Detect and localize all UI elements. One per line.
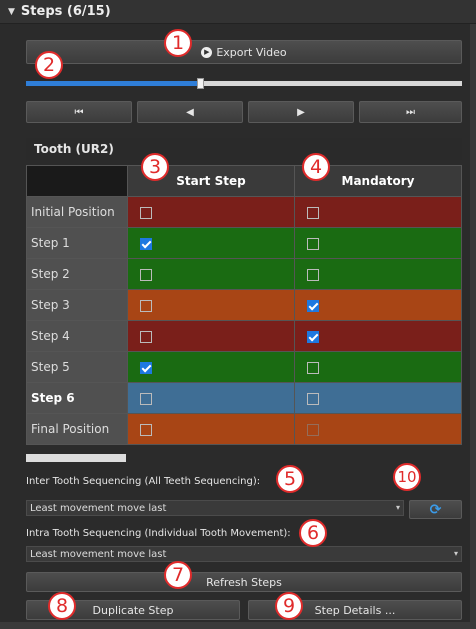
start-step-checkbox[interactable]: [140, 361, 152, 374]
chevron-down-icon: ▾: [395, 503, 400, 512]
callout-1: 1: [164, 29, 192, 57]
steps-panel: ▼ Steps (6/15) ▶ Export Video ⏮ ◀ ▶ ⏭ To…: [0, 0, 476, 629]
chevron-down-icon: ▾: [453, 549, 458, 558]
export-video-label: Export Video: [216, 45, 287, 59]
callout-9: 9: [275, 592, 303, 620]
mandatory-cell: [294, 289, 462, 321]
start-cell: [127, 289, 295, 321]
next-icon: ▶: [297, 106, 305, 118]
callout-7: 7: [164, 561, 192, 589]
intra-tooth-label: Intra Tooth Sequencing (Individual Tooth…: [26, 528, 291, 539]
mandatory-checkbox[interactable]: [307, 330, 319, 343]
mandatory-checkbox[interactable]: [307, 237, 319, 250]
start-cell: [127, 196, 295, 228]
start-cell: [127, 413, 295, 445]
callout-10: 10: [393, 463, 421, 491]
start-step-checkbox[interactable]: [140, 330, 152, 343]
refresh-steps-button[interactable]: Refresh Steps: [26, 572, 462, 592]
steps-title: Steps (6/15): [20, 4, 111, 19]
table-header-row: Start Step Mandatory: [26, 165, 462, 197]
duplicate-step-label: Duplicate Step: [92, 603, 174, 617]
start-step-checkbox[interactable]: [140, 237, 152, 250]
callout-8: 8: [48, 592, 76, 620]
row-label: Step 6: [26, 382, 128, 414]
play-icon: ▶: [201, 46, 213, 58]
table-row: Final Position: [26, 413, 462, 445]
row-label: Step 1: [26, 227, 128, 259]
steps-table: Start Step Mandatory Initial Position Ste…: [26, 165, 462, 445]
bottom-bar: [0, 622, 476, 629]
steps-header[interactable]: ▼ Steps (6/15): [0, 0, 476, 24]
table-horizontal-scrollbar[interactable]: [26, 454, 126, 462]
table-row: Step 2: [26, 258, 462, 290]
mandatory-checkbox[interactable]: [307, 392, 319, 405]
start-cell: [127, 382, 295, 414]
mandatory-cell: [294, 258, 462, 290]
start-step-checkbox[interactable]: [140, 206, 152, 219]
step-slider[interactable]: [26, 78, 462, 89]
slider-handle[interactable]: [197, 78, 204, 89]
table-row: Step 5: [26, 351, 462, 383]
start-cell: [127, 227, 295, 259]
table-row: Step 6: [26, 382, 462, 414]
table-body: Initial Position Step 1 Step 2 Step 3 Step 4…: [26, 196, 462, 445]
tooth-section-title: Tooth (UR2): [26, 138, 462, 160]
callout-6: 6: [299, 519, 327, 547]
step-details-label: Step Details ...: [314, 603, 396, 617]
mandatory-cell: [294, 351, 462, 383]
row-label: Step 3: [26, 289, 128, 321]
inter-tooth-value: Least movement move last: [30, 502, 167, 514]
refresh-steps-label: Refresh Steps: [206, 575, 282, 589]
intra-tooth-select[interactable]: Least movement move last ▾: [26, 546, 462, 562]
inter-tooth-select[interactable]: Least movement move last ▾: [26, 500, 404, 516]
row-label: Initial Position: [26, 196, 128, 228]
start-cell: [127, 320, 295, 352]
mandatory-cell: [294, 382, 462, 414]
table-row: Initial Position: [26, 196, 462, 228]
start-step-checkbox[interactable]: [140, 268, 152, 281]
start-step-checkbox[interactable]: [140, 299, 152, 312]
mandatory-checkbox: [307, 423, 319, 436]
next-step-button[interactable]: ▶: [248, 101, 354, 123]
start-step-checkbox[interactable]: [140, 423, 152, 436]
scrollbar[interactable]: [470, 24, 476, 624]
mandatory-cell: [294, 320, 462, 352]
row-label: Final Position: [26, 413, 128, 445]
mandatory-checkbox[interactable]: [307, 361, 319, 374]
table-row: Step 4: [26, 320, 462, 352]
callout-5: 5: [276, 465, 304, 493]
mandatory-cell: [294, 227, 462, 259]
row-label: Step 5: [26, 351, 128, 383]
collapse-icon[interactable]: ▼: [8, 7, 15, 17]
start-step-checkbox[interactable]: [140, 392, 152, 405]
row-label: Step 2: [26, 258, 128, 290]
table-row: Step 3: [26, 289, 462, 321]
previous-icon: ◀: [186, 106, 194, 118]
first-step-button[interactable]: ⏮: [26, 101, 132, 123]
callout-4: 4: [302, 153, 330, 181]
mandatory-checkbox[interactable]: [307, 268, 319, 281]
intra-tooth-value: Least movement move last: [30, 548, 167, 560]
mandatory-checkbox[interactable]: [307, 206, 319, 219]
skip-first-icon: ⏮: [74, 106, 84, 118]
skip-last-icon: ⏭: [406, 106, 415, 118]
callout-3: 3: [141, 153, 169, 181]
last-step-button[interactable]: ⏭: [359, 101, 462, 123]
table-row: Step 1: [26, 227, 462, 259]
refresh-icon: ⟳: [429, 501, 442, 518]
slider-fill: [26, 81, 200, 86]
row-label: Step 4: [26, 320, 128, 352]
mandatory-cell: [294, 196, 462, 228]
callout-2: 2: [35, 51, 63, 79]
mandatory-cell: [294, 413, 462, 445]
refresh-sequencing-button[interactable]: ⟳: [409, 500, 462, 519]
start-cell: [127, 351, 295, 383]
start-cell: [127, 258, 295, 290]
mandatory-checkbox[interactable]: [307, 299, 319, 312]
export-video-button[interactable]: ▶ Export Video: [26, 40, 462, 64]
inter-tooth-label: Inter Tooth Sequencing (All Teeth Sequen…: [26, 476, 261, 487]
table-corner: [26, 165, 128, 197]
previous-step-button[interactable]: ◀: [137, 101, 243, 123]
